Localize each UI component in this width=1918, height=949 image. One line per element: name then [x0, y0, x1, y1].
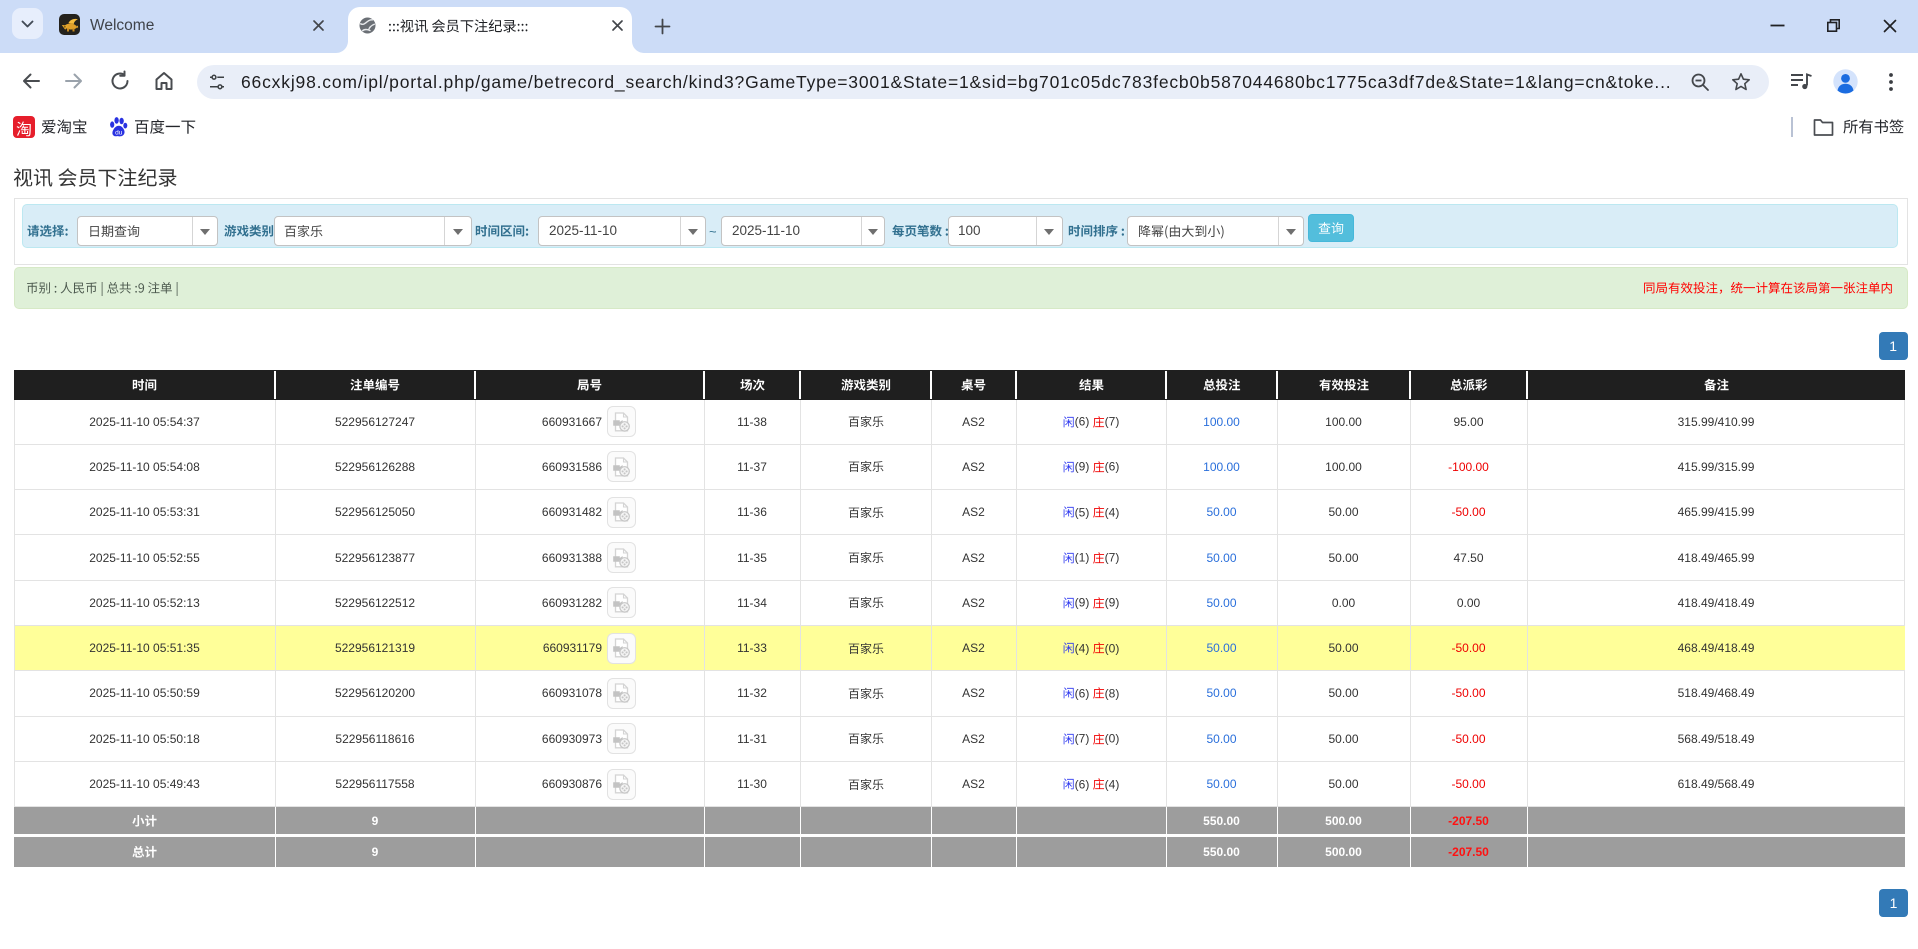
svg-text:du: du — [115, 129, 123, 136]
